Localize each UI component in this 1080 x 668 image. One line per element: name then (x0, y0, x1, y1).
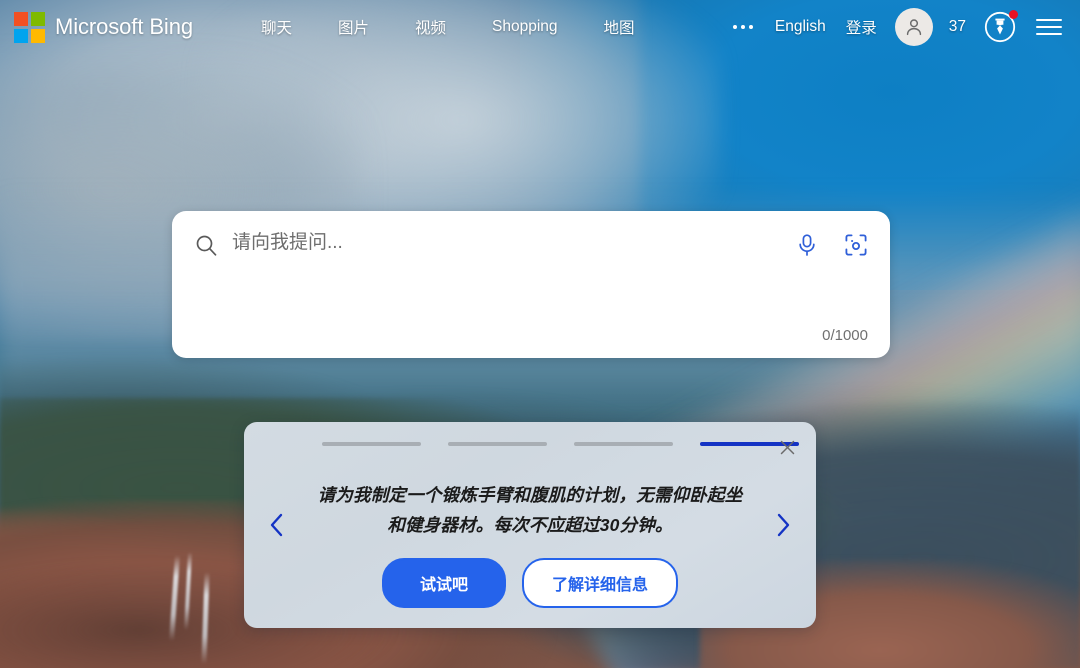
primary-nav: 聊天 图片 视频 Shopping 地图 (259, 10, 637, 44)
chevron-right-icon[interactable] (768, 507, 798, 543)
carousel-progress (322, 442, 799, 446)
language-selector[interactable]: English (773, 12, 828, 42)
header-right-cluster: English 登录 37 (729, 8, 1064, 46)
ellipsis-icon[interactable] (729, 17, 757, 37)
microsoft-logo-icon (14, 11, 45, 43)
progress-bar-3[interactable] (574, 442, 673, 446)
learn-more-button[interactable]: 了解详细信息 (521, 558, 678, 608)
brand-logo[interactable]: Microsoft Bing (14, 11, 193, 43)
nav-videos[interactable]: 视频 (413, 10, 448, 44)
suggestion-prompt-text: 请为我制定一个锻炼手臂和腹肌的计划，无需仰卧起坐和健身器材。每次不应超过30分钟… (317, 485, 743, 535)
suggestion-card: 请为我制定一个锻炼手臂和腹肌的计划，无需仰卧起坐和健身器材。每次不应超过30分钟… (244, 422, 816, 628)
hamburger-menu-icon[interactable] (1034, 11, 1064, 43)
person-avatar-icon[interactable] (894, 8, 933, 46)
microphone-icon[interactable] (796, 233, 818, 262)
rewards-medal-icon[interactable] (982, 9, 1018, 45)
try-it-button[interactable]: 试试吧 (381, 558, 506, 608)
nav-images[interactable]: 图片 (336, 10, 371, 44)
close-icon[interactable] (774, 434, 800, 460)
sign-in-link[interactable]: 登录 (844, 10, 879, 44)
nav-chat[interactable]: 聊天 (259, 10, 294, 44)
nav-shopping[interactable]: Shopping (490, 12, 560, 42)
progress-bar-2[interactable] (448, 442, 547, 446)
search-box: 0/1000 (172, 211, 970, 358)
chevron-left-icon[interactable] (262, 507, 292, 543)
card-action-buttons: 试试吧 了解详细信息 (244, 558, 816, 608)
visual-search-camera-icon[interactable] (844, 233, 868, 262)
top-navigation-bar: Microsoft Bing 聊天 图片 视频 Shopping 地图 Engl… (0, 0, 1080, 54)
progress-bar-1[interactable] (322, 442, 421, 446)
rewards-points-count: 37 (948, 18, 966, 35)
brand-name: Microsoft Bing (55, 14, 193, 39)
nav-maps[interactable]: 地图 (602, 10, 637, 44)
notification-dot (1009, 10, 1018, 19)
character-counter: 0/1000 (822, 327, 868, 344)
search-icon (194, 233, 218, 262)
